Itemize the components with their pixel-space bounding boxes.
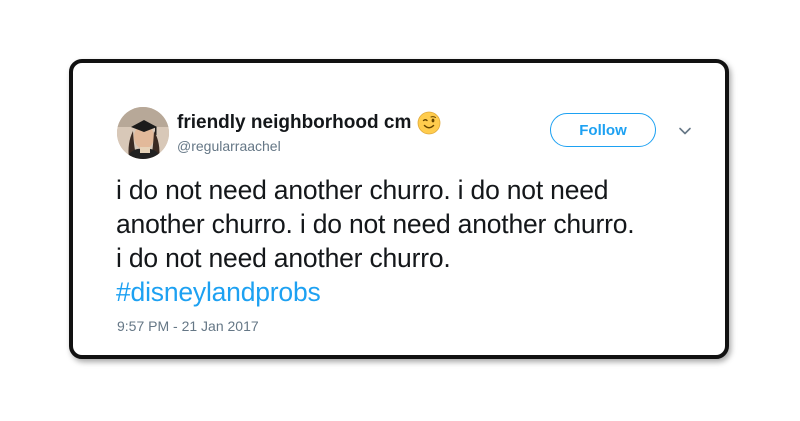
display-name-text: friendly neighborhood cm: [177, 112, 412, 133]
display-name[interactable]: friendly neighborhood cm: [177, 111, 441, 135]
follow-button[interactable]: Follow: [550, 113, 656, 147]
avatar[interactable]: [117, 107, 169, 159]
tweet-text-line: i do not need another churro.: [116, 243, 451, 273]
tweet-text-line: another churro. i do not need another ch…: [116, 209, 635, 239]
tweet-timestamp[interactable]: 9:57 PM - 21 Jan 2017: [117, 318, 259, 334]
chevron-down-icon[interactable]: [677, 123, 693, 139]
tweet-text-line: i do not need another churro. i do not n…: [116, 175, 609, 205]
tweet-text: i do not need another churro. i do not n…: [116, 173, 706, 309]
avatar-photo: [117, 107, 169, 159]
user-handle[interactable]: @regularraachel: [177, 138, 281, 154]
winking-face-emoji-icon: [417, 111, 441, 135]
hashtag-link[interactable]: #disneylandprobs: [116, 275, 706, 309]
tweet-card: friendly neighborhood cm @regularraachel…: [69, 59, 729, 359]
